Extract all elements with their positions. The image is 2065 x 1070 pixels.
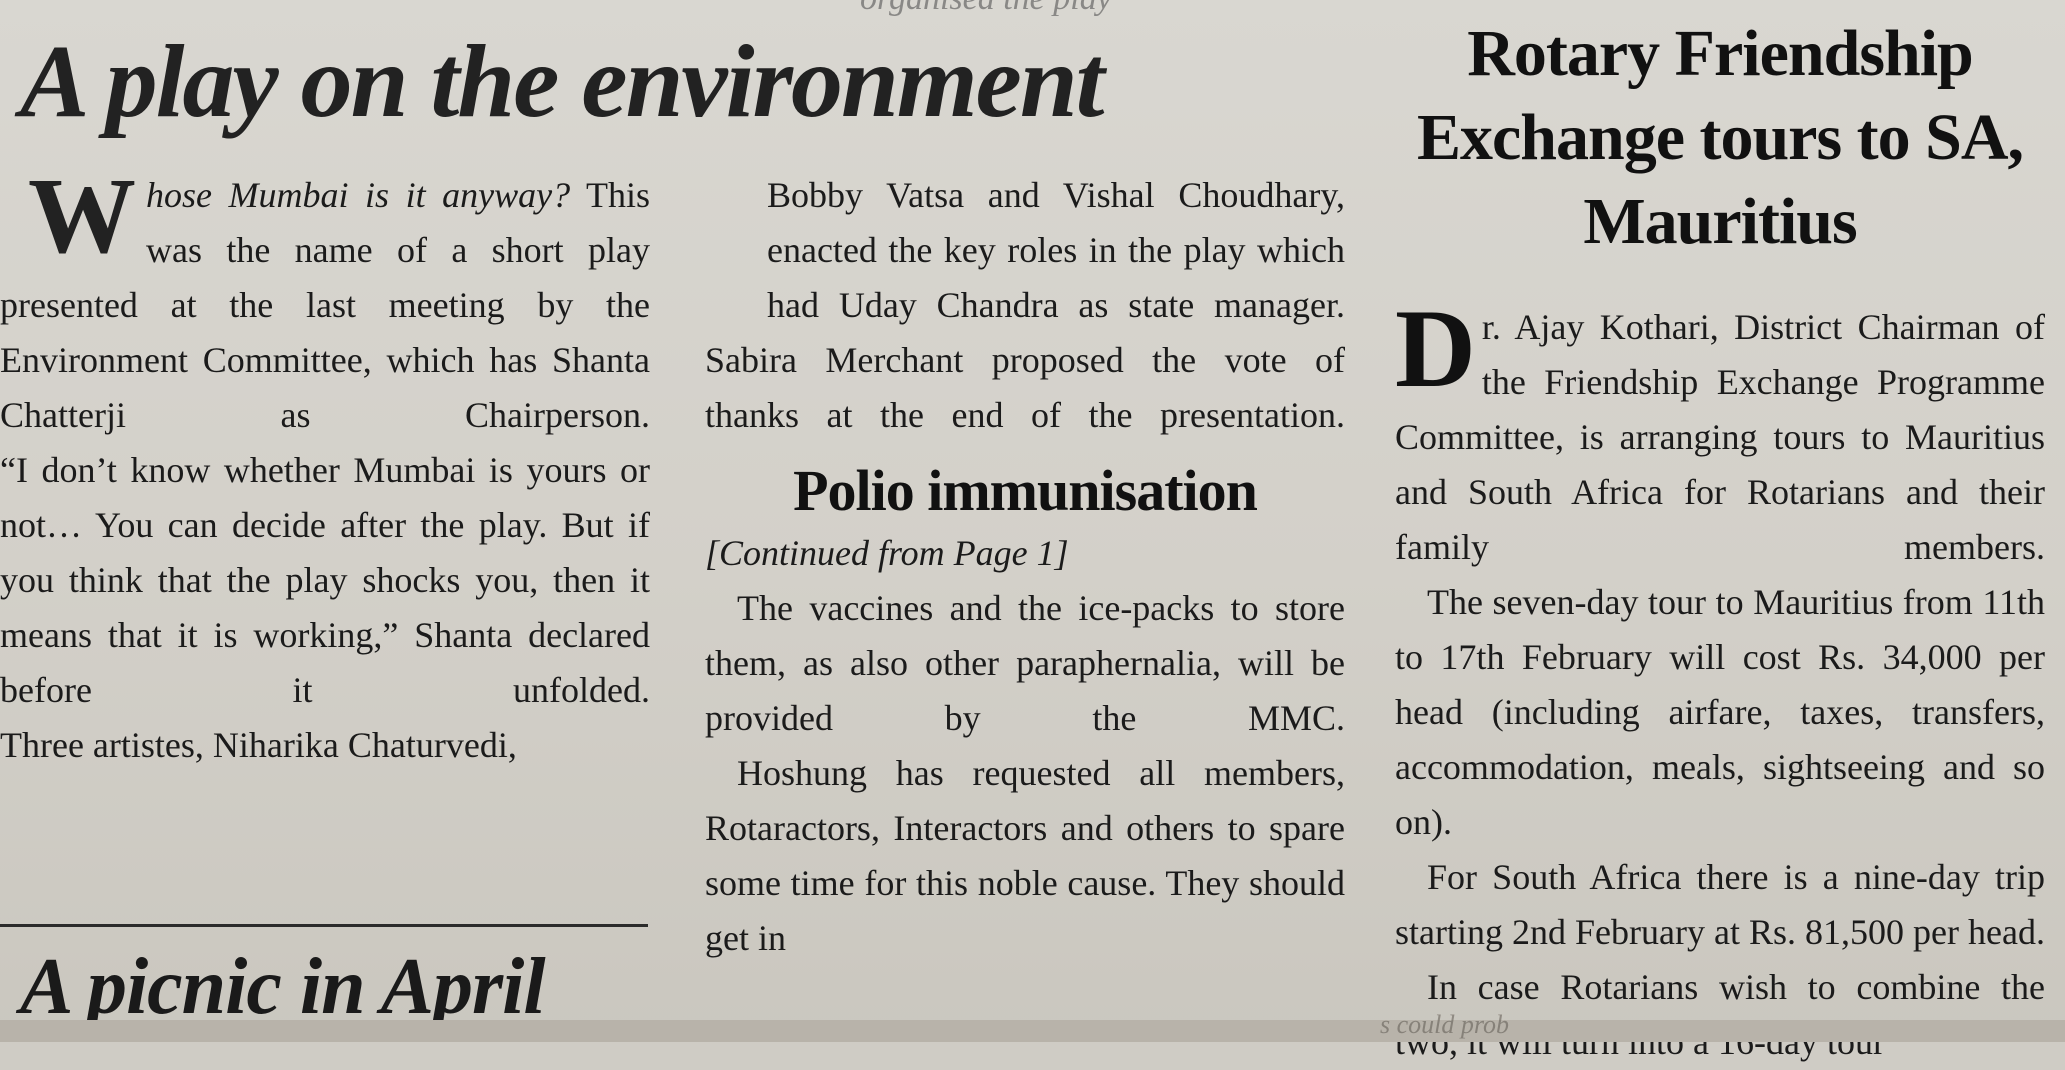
play-para2-text: “I don’t know whether Mumbai is yours or… (0, 450, 650, 710)
headline-polio-immunisation: Polio immunisation (793, 458, 1258, 523)
rotary-paragraph-2: The seven-day tour to Mauritius from 11t… (1395, 582, 2045, 842)
play-paragraph-1: Whose Mumbai is it anyway? This was the … (0, 157, 650, 443)
rotary-paragraph-1: Dr. Ajay Kothari, District Chairman of t… (1395, 287, 2045, 575)
polio-paragraph-1: The vaccines and the ice-packs to store … (705, 588, 1345, 738)
rotary-article-body: Dr. Ajay Kothari, District Chairman of t… (1395, 287, 2045, 1070)
dropcap-d: D (1395, 287, 1476, 411)
torn-bottom-edge: s could prob (0, 1010, 2065, 1042)
play-paragraph-2: “I don’t know whether Mumbai is yours or… (0, 443, 650, 718)
polio-paragraph-2: Hoshung has requested all members, Rotar… (705, 753, 1345, 958)
headline-rotary-exchange: Rotary Friendship Exchange tours to SA, … (1416, 17, 2024, 258)
rotary-paragraph-3: For South Africa there is a nine-day tri… (1395, 857, 2045, 952)
play-para3-text: Three artistes, Niharika Chaturvedi, (0, 725, 517, 765)
play-paragraph-3: Three artistes, Niharika Chaturvedi, (0, 718, 650, 773)
dropcap-w: W (28, 157, 136, 276)
middle-column-body: Bobby Vatsa and Vishal Choudhary, enacte… (705, 168, 1345, 966)
play-continued-paragraph: Bobby Vatsa and Vishal Choudhary, enacte… (767, 175, 1345, 325)
newspaper-page: organised the play A play on the environ… (0, 0, 2065, 1062)
section-divider (0, 924, 648, 927)
continued-note: [Continued from Page 1] (705, 533, 1069, 573)
rotary-para1-text: r. Ajay Kothari, District Chairman of th… (1395, 307, 2045, 567)
headline-play-environment: A play on the environment (20, 24, 1105, 139)
play-first-phrase: hose Mumbai is it anyway? (146, 175, 571, 215)
cut-off-bottom-text: s could prob (1380, 1010, 1510, 1039)
vote-of-thanks-paragraph: Sabira Merchant proposed the vote of tha… (705, 340, 1345, 435)
cut-off-caption: organised the play (860, 0, 1112, 18)
play-article-body: Whose Mumbai is it anyway? This was the … (0, 157, 650, 773)
